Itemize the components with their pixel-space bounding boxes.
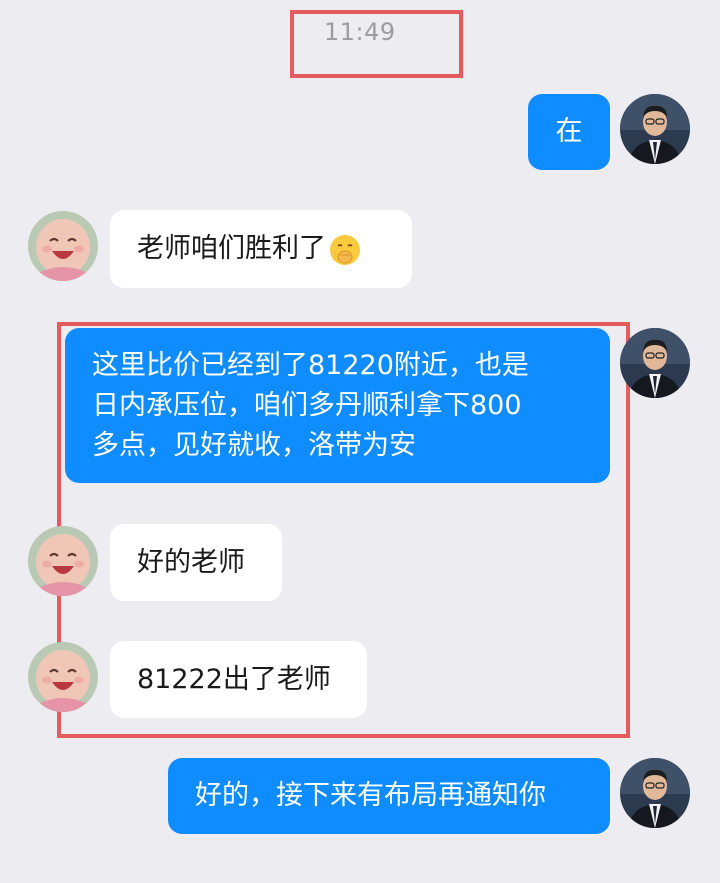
laughing-baby-avatar-icon [28, 642, 98, 712]
message-text-line: 多点，见好就收，洛带为安 [92, 430, 416, 461]
message-bubble-incoming[interactable]: 好的老师 [110, 524, 282, 601]
avatar-teacher[interactable] [620, 758, 690, 828]
message-text: 老师咱们胜利了 [137, 233, 326, 264]
message-bubble-incoming[interactable]: 老师咱们胜利了 [110, 210, 412, 288]
man-in-suit-avatar-icon [620, 328, 690, 398]
message-bubble-incoming[interactable]: 81222出了老师 [110, 641, 367, 718]
message-text: 81222出了老师 [137, 664, 331, 695]
message-text: 在 [555, 116, 583, 147]
timestamp: 11:49 [324, 18, 396, 46]
message-text: 好的老师 [137, 547, 245, 578]
laughing-baby-avatar-icon [28, 211, 98, 281]
shushing-face-icon [330, 234, 360, 265]
avatar-teacher[interactable] [620, 94, 690, 164]
message-text: 好的，接下来有布局再通知你 [195, 780, 546, 811]
message-text-line: 这里比价已经到了81220附近，也是 [92, 350, 529, 381]
chat-screen: 11:49 在 老师咱们胜利了 这里比价已经到了81220附近，也是 日内承压位… [0, 0, 720, 883]
avatar-teacher[interactable] [620, 328, 690, 398]
avatar-student[interactable] [28, 642, 98, 712]
message-bubble-outgoing[interactable]: 好的，接下来有布局再通知你 [168, 758, 610, 834]
avatar-student[interactable] [28, 526, 98, 596]
laughing-baby-avatar-icon [28, 526, 98, 596]
avatar-student[interactable] [28, 211, 98, 281]
message-bubble-outgoing[interactable]: 这里比价已经到了81220附近，也是 日内承压位，咱们多丹顺利拿下800 多点，… [65, 328, 610, 483]
message-text-line: 日内承压位，咱们多丹顺利拿下800 [92, 390, 522, 421]
man-in-suit-avatar-icon [620, 758, 690, 828]
message-bubble-outgoing[interactable]: 在 [528, 94, 610, 170]
man-in-suit-avatar-icon [620, 94, 690, 164]
